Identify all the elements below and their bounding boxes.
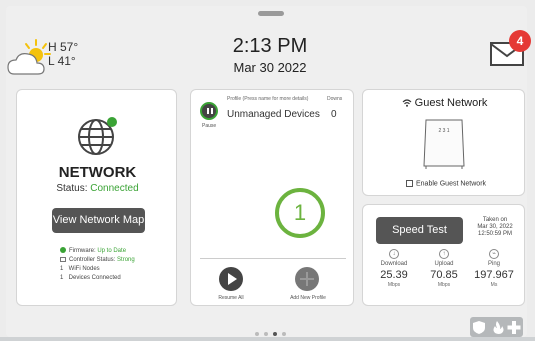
ping-value: 197.967	[474, 269, 514, 281]
clock-time: 2:13 PM	[232, 35, 308, 57]
download-icon: ↓	[389, 249, 399, 259]
network-status: Status: Connected	[17, 183, 178, 194]
network-status-label: Status:	[56, 183, 88, 194]
page-dot[interactable]	[282, 332, 286, 336]
pause-icon[interactable]	[200, 102, 218, 120]
enable-guest-checkbox[interactable]: Enable Guest Network	[406, 180, 486, 187]
upload-label: Upload	[434, 261, 454, 267]
firmware-status-icon	[60, 247, 66, 254]
resume-all-label: Resume All	[218, 295, 244, 301]
upload-icon: ↑	[439, 249, 449, 259]
download-unit: Mbps	[387, 282, 401, 288]
speed-test-timestamp: Taken on Mar 30, 2022 12:50:59 PM	[467, 217, 523, 238]
view-network-map-button[interactable]: View Network Map	[52, 208, 145, 233]
taken-date: Mar 30, 2022	[477, 224, 513, 230]
router-screen: 2 3 1	[438, 128, 449, 134]
firmware-label: Firmware:	[69, 248, 96, 254]
upload-metric: ↑ Upload 70.85 Mbps	[421, 249, 467, 288]
clock-date: Mar 30 2022	[233, 60, 307, 75]
ping-icon: ⌁	[489, 249, 499, 259]
devices-label: Devices Connected	[68, 275, 121, 281]
mail-badge: 4	[509, 30, 531, 52]
pull-down-handle[interactable]	[258, 11, 284, 16]
controller-icon	[60, 256, 66, 262]
device-frame: H 57° L 41° 2:13 PM Mar 30 2022 4 NETWOR…	[0, 0, 535, 337]
network-info: Firmware: Up to Date Controller Status: …	[60, 247, 135, 283]
wifi-icon	[402, 99, 412, 107]
network-status-value: Connected	[90, 183, 139, 194]
download-value: 25.39	[380, 269, 408, 281]
firmware-row: Firmware: Up to Date	[60, 247, 135, 256]
devices-count: 1	[60, 275, 64, 281]
downs-header: Downs	[327, 96, 343, 102]
speed-test-card: Speed Test Taken on Mar 30, 2022 12:50:5…	[362, 204, 525, 306]
profile-name[interactable]: Unmanaged Devices	[227, 109, 320, 120]
upload-unit: Mbps	[437, 282, 451, 288]
profile-header: Profile (Press name for more details)	[227, 96, 309, 102]
profile-count-indicator: 1	[275, 188, 325, 238]
divider	[200, 258, 346, 259]
add-profile-label: Add New Profile	[290, 295, 326, 301]
network-card[interactable]: NETWORK Status: Connected View Network M…	[16, 89, 177, 306]
temp-low: L 41°	[48, 54, 76, 68]
fire-icon	[493, 321, 504, 334]
router-icon: 2 3 1	[423, 119, 465, 169]
taken-on-label: Taken on	[482, 217, 508, 223]
controller-value: Strong	[117, 257, 135, 263]
profile-card: Pause Profile (Press name for more detai…	[190, 89, 354, 306]
temp-high: H 57°	[48, 40, 79, 54]
checkbox-icon[interactable]	[406, 180, 413, 187]
firmware-value: Up to Date	[97, 248, 127, 254]
pause-label: Pause	[202, 123, 217, 129]
wifi-nodes-row: 1 WiFi Nodes	[60, 265, 135, 274]
page-indicator[interactable]	[255, 323, 291, 336]
download-label: Download	[380, 261, 408, 267]
controller-row: Controller Status: Strong	[60, 256, 135, 265]
security-tray[interactable]	[470, 317, 523, 337]
ping-unit: Ms	[490, 282, 498, 288]
weather-temps: H 57° L 41°	[48, 40, 78, 68]
download-metric: ↓ Download 25.39 Mbps	[371, 249, 417, 288]
network-title: NETWORK	[58, 164, 137, 181]
ping-metric: ⌁ Ping 197.967 Ms	[471, 249, 517, 288]
speed-test-button[interactable]: Speed Test	[376, 217, 463, 244]
controller-label: Controller Status:	[69, 257, 116, 263]
clock: 2:13 PM Mar 30 2022	[200, 35, 340, 75]
globe-icon	[78, 117, 117, 155]
ping-label: Ping	[487, 261, 500, 267]
guest-network-title: Guest Network	[363, 97, 526, 109]
enable-guest-label: Enable Guest Network	[416, 180, 487, 188]
shield-icon	[473, 321, 485, 334]
profile-downs-value: 0	[331, 109, 337, 120]
wifi-nodes-count: 1	[60, 266, 64, 272]
taken-time: 12:50:59 PM	[477, 231, 513, 237]
wifi-nodes-label: WiFi Nodes	[68, 266, 100, 272]
guest-network-card: Guest Network 2 3 1 Enable Guest Network	[362, 89, 525, 196]
guest-network-label: Guest Network	[414, 97, 488, 109]
add-profile-icon[interactable]	[295, 267, 319, 291]
resume-all-icon[interactable]	[219, 267, 243, 291]
devices-row: 1 Devices Connected	[60, 274, 135, 283]
page-dot-active[interactable]	[273, 332, 277, 336]
page-dot[interactable]	[255, 332, 259, 336]
page-dot[interactable]	[264, 332, 268, 336]
upload-value: 70.85	[430, 269, 458, 281]
